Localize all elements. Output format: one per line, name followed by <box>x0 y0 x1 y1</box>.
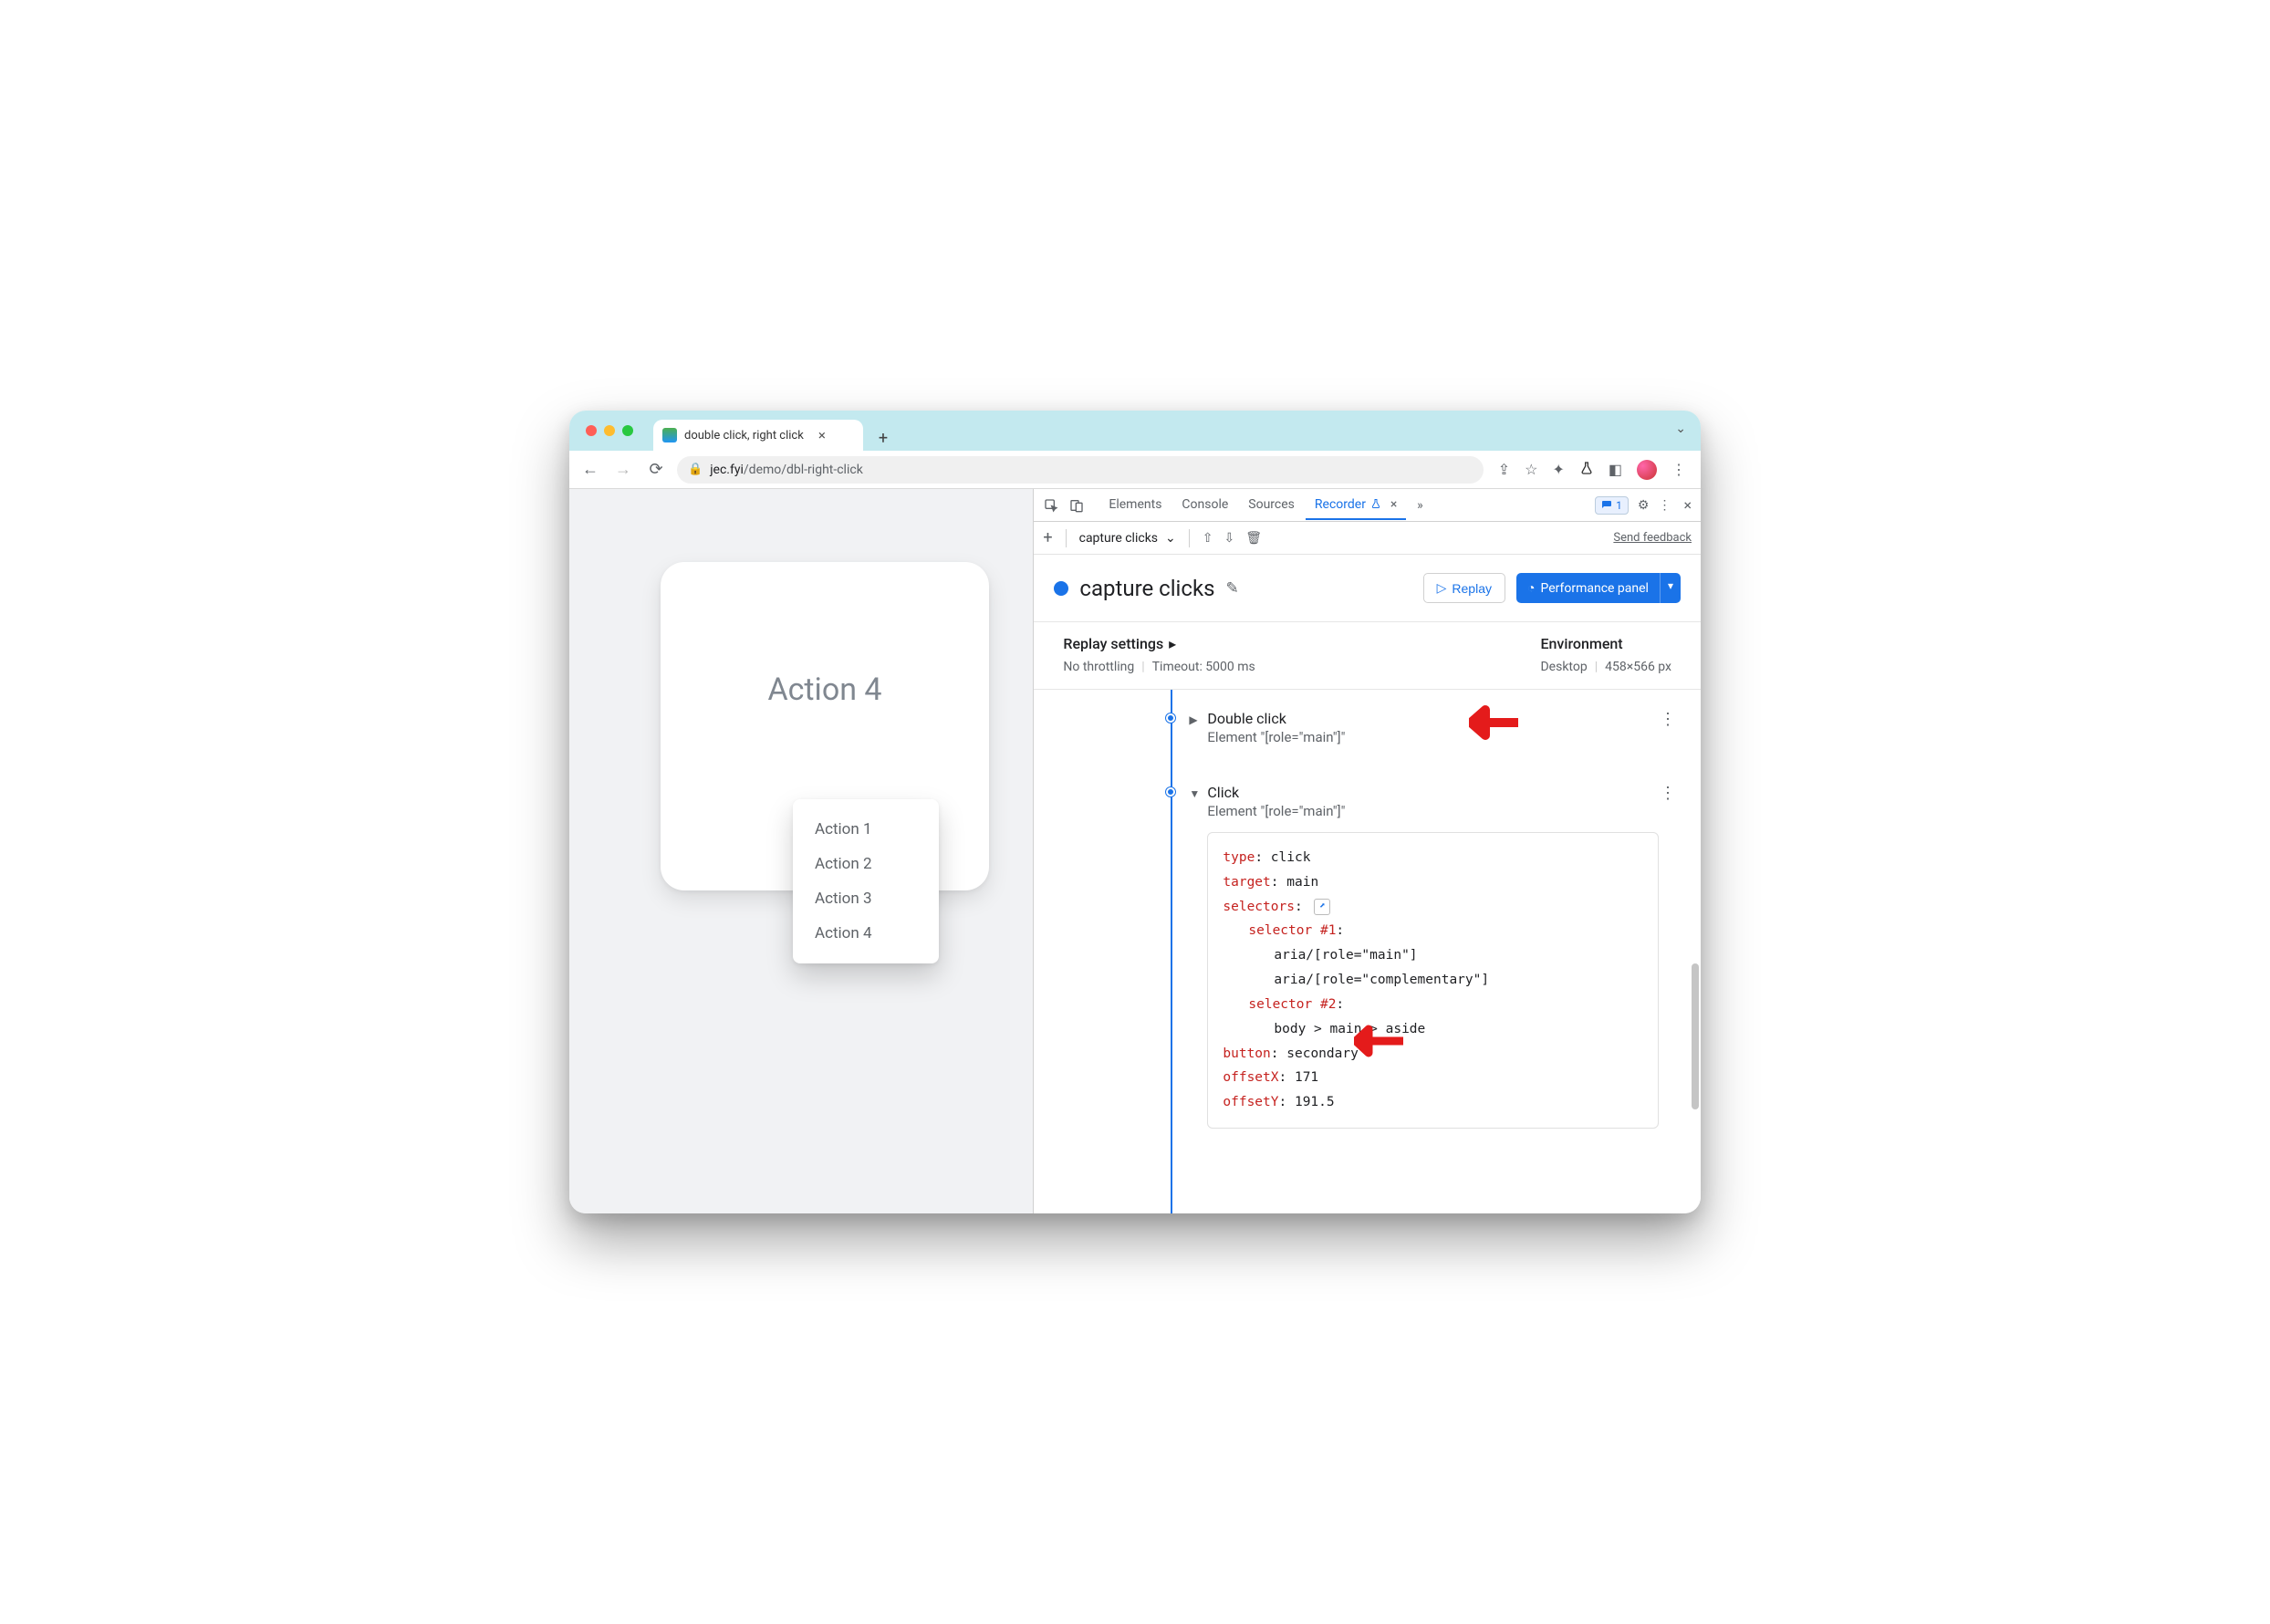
step-subtitle: Element "[role="main"]" <box>1207 729 1682 745</box>
send-feedback-link[interactable]: Send feedback <box>1613 531 1692 545</box>
new-recording-button[interactable]: + <box>1043 528 1052 547</box>
step-title: Double click <box>1207 710 1286 727</box>
experiments-icon[interactable] <box>1579 461 1594 479</box>
lock-icon: 🔒 <box>688 463 703 476</box>
forward-button[interactable]: → <box>611 458 635 482</box>
context-menu-item[interactable]: Action 4 <box>793 916 939 951</box>
context-menu-item[interactable]: Action 2 <box>793 847 939 881</box>
minimize-window-icon[interactable] <box>604 425 615 436</box>
address-bar[interactable]: 🔒 jec.fyi/demo/dbl-right-click <box>677 456 1484 484</box>
devtools-tab-strip: Elements Console Sources Recorder × » 1 … <box>1034 489 1701 522</box>
step-subtitle: Element "[role="main"]" <box>1207 803 1682 819</box>
toolbar-actions: ⇪ ☆ ✦ ◧ ⋮ <box>1493 460 1692 480</box>
performance-dropdown-icon[interactable]: ▾ <box>1660 573 1681 603</box>
performance-panel-button[interactable]: ◔ Performance panel ▾ <box>1516 573 1681 603</box>
step-double-click[interactable]: ⋮ ▶ Double click Element "[role="main"]" <box>1171 706 1701 762</box>
device-toolbar-icon[interactable] <box>1065 494 1088 517</box>
chevron-down-icon: ⌄ <box>1165 531 1176 546</box>
content-area: Action 4 Action 1 Action 2 Action 3 Acti… <box>569 489 1701 1213</box>
env-device: Desktop <box>1540 660 1587 674</box>
issues-badge[interactable]: 1 <box>1595 496 1629 515</box>
page-viewport[interactable]: Action 4 Action 1 Action 2 Action 3 Acti… <box>569 489 1033 1213</box>
share-icon[interactable]: ⇪ <box>1498 461 1510 478</box>
step-node-icon <box>1166 713 1175 723</box>
recording-status-icon <box>1054 581 1068 596</box>
context-menu[interactable]: Action 1 Action 2 Action 3 Action 4 <box>793 799 939 963</box>
recording-selector[interactable]: capture clicks ⌄ <box>1079 531 1176 546</box>
tab-overflow-icon[interactable]: ⌄ <box>1675 422 1686 436</box>
performance-icon: ◔ <box>1527 580 1535 596</box>
delete-icon[interactable]: 🗑 <box>1245 531 1262 546</box>
export-icon[interactable]: ⇧ <box>1203 531 1213 546</box>
browser-tab[interactable]: double click, right click × <box>653 420 863 451</box>
new-tab-button[interactable]: + <box>870 425 896 451</box>
recorder-toolbar: + capture clicks ⌄ ⇧ ⇩ 🗑 Send feedback <box>1034 522 1701 555</box>
tab-title: double click, right click <box>684 429 804 442</box>
devtools-settings-icon[interactable]: ⚙ <box>1638 498 1650 513</box>
close-window-icon[interactable] <box>586 425 597 436</box>
devtools-menu-icon[interactable]: ⋮ <box>1658 498 1671 513</box>
tab-elements[interactable]: Elements <box>1099 491 1171 520</box>
url-text: jec.fyi/demo/dbl-right-click <box>710 463 863 477</box>
tab-strip: double click, right click × + ⌄ <box>569 411 1701 451</box>
env-size: 458×566 px <box>1605 660 1671 674</box>
edit-title-icon[interactable]: ✎ <box>1226 579 1239 598</box>
back-button[interactable]: ← <box>578 458 602 482</box>
devtools-close-icon[interactable]: × <box>1680 496 1695 514</box>
step-title: Click <box>1207 784 1239 801</box>
steps-panel: ⋮ ▶ Double click Element "[role="main"]"… <box>1034 690 1701 1213</box>
context-menu-item[interactable]: Action 1 <box>793 812 939 847</box>
step-node-icon <box>1166 787 1175 796</box>
demo-card-title: Action 4 <box>767 671 881 708</box>
maximize-window-icon[interactable] <box>622 425 633 436</box>
timeout-value: Timeout: 5000 ms <box>1152 660 1255 674</box>
step-menu-icon[interactable]: ⋮ <box>1660 710 1677 729</box>
more-tabs-icon[interactable]: » <box>1408 494 1432 517</box>
recording-settings: Replay settings ▸ No throttling | Timeou… <box>1034 622 1701 690</box>
toolbar: ← → ⟳ 🔒 jec.fyi/demo/dbl-right-click ⇪ ☆… <box>569 451 1701 489</box>
step-details[interactable]: type: click target: main selectors: ⬈ se… <box>1207 832 1659 1129</box>
browser-window: double click, right click × + ⌄ ← → ⟳ 🔒 … <box>569 411 1701 1213</box>
recording-header: capture clicks ✎ ▷ Replay ◔ Performance … <box>1034 555 1701 622</box>
selector-picker-icon[interactable]: ⬈ <box>1314 899 1330 915</box>
reload-button[interactable]: ⟳ <box>644 458 668 482</box>
tab-close-icon[interactable]: × <box>818 427 826 443</box>
import-icon[interactable]: ⇩ <box>1224 531 1234 546</box>
environment-block: Environment Desktop | 458×566 px <box>1540 635 1671 674</box>
replay-button[interactable]: ▷ Replay <box>1423 573 1505 603</box>
profile-avatar[interactable] <box>1637 460 1657 480</box>
step-click[interactable]: ⋮ ▼ Click Element "[role="main"]" type: … <box>1171 780 1701 1145</box>
recording-title: capture clicks <box>1079 576 1214 601</box>
chevron-right-icon: ▸ <box>1169 635 1176 652</box>
browser-menu-icon[interactable]: ⋮ <box>1671 461 1686 478</box>
tab-sources[interactable]: Sources <box>1239 491 1304 520</box>
collapse-icon[interactable]: ▼ <box>1189 787 1200 800</box>
tab-console[interactable]: Console <box>1172 491 1237 520</box>
inspect-element-icon[interactable] <box>1039 494 1063 517</box>
context-menu-item[interactable]: Action 3 <box>793 881 939 916</box>
side-panel-icon[interactable]: ◧ <box>1609 461 1622 478</box>
replay-settings-block[interactable]: Replay settings ▸ No throttling | Timeou… <box>1063 635 1255 674</box>
window-controls[interactable] <box>580 411 646 451</box>
step-menu-icon[interactable]: ⋮ <box>1660 784 1677 803</box>
play-icon: ▷ <box>1437 580 1447 596</box>
favicon-icon <box>662 428 677 442</box>
expand-icon[interactable]: ▶ <box>1189 713 1200 726</box>
extensions-icon[interactable]: ✦ <box>1552 461 1564 478</box>
bookmark-icon[interactable]: ☆ <box>1525 461 1537 478</box>
throttling-value: No throttling <box>1063 660 1134 674</box>
devtools-panel: Elements Console Sources Recorder × » 1 … <box>1033 489 1701 1213</box>
tab-recorder[interactable]: Recorder × <box>1306 491 1407 520</box>
